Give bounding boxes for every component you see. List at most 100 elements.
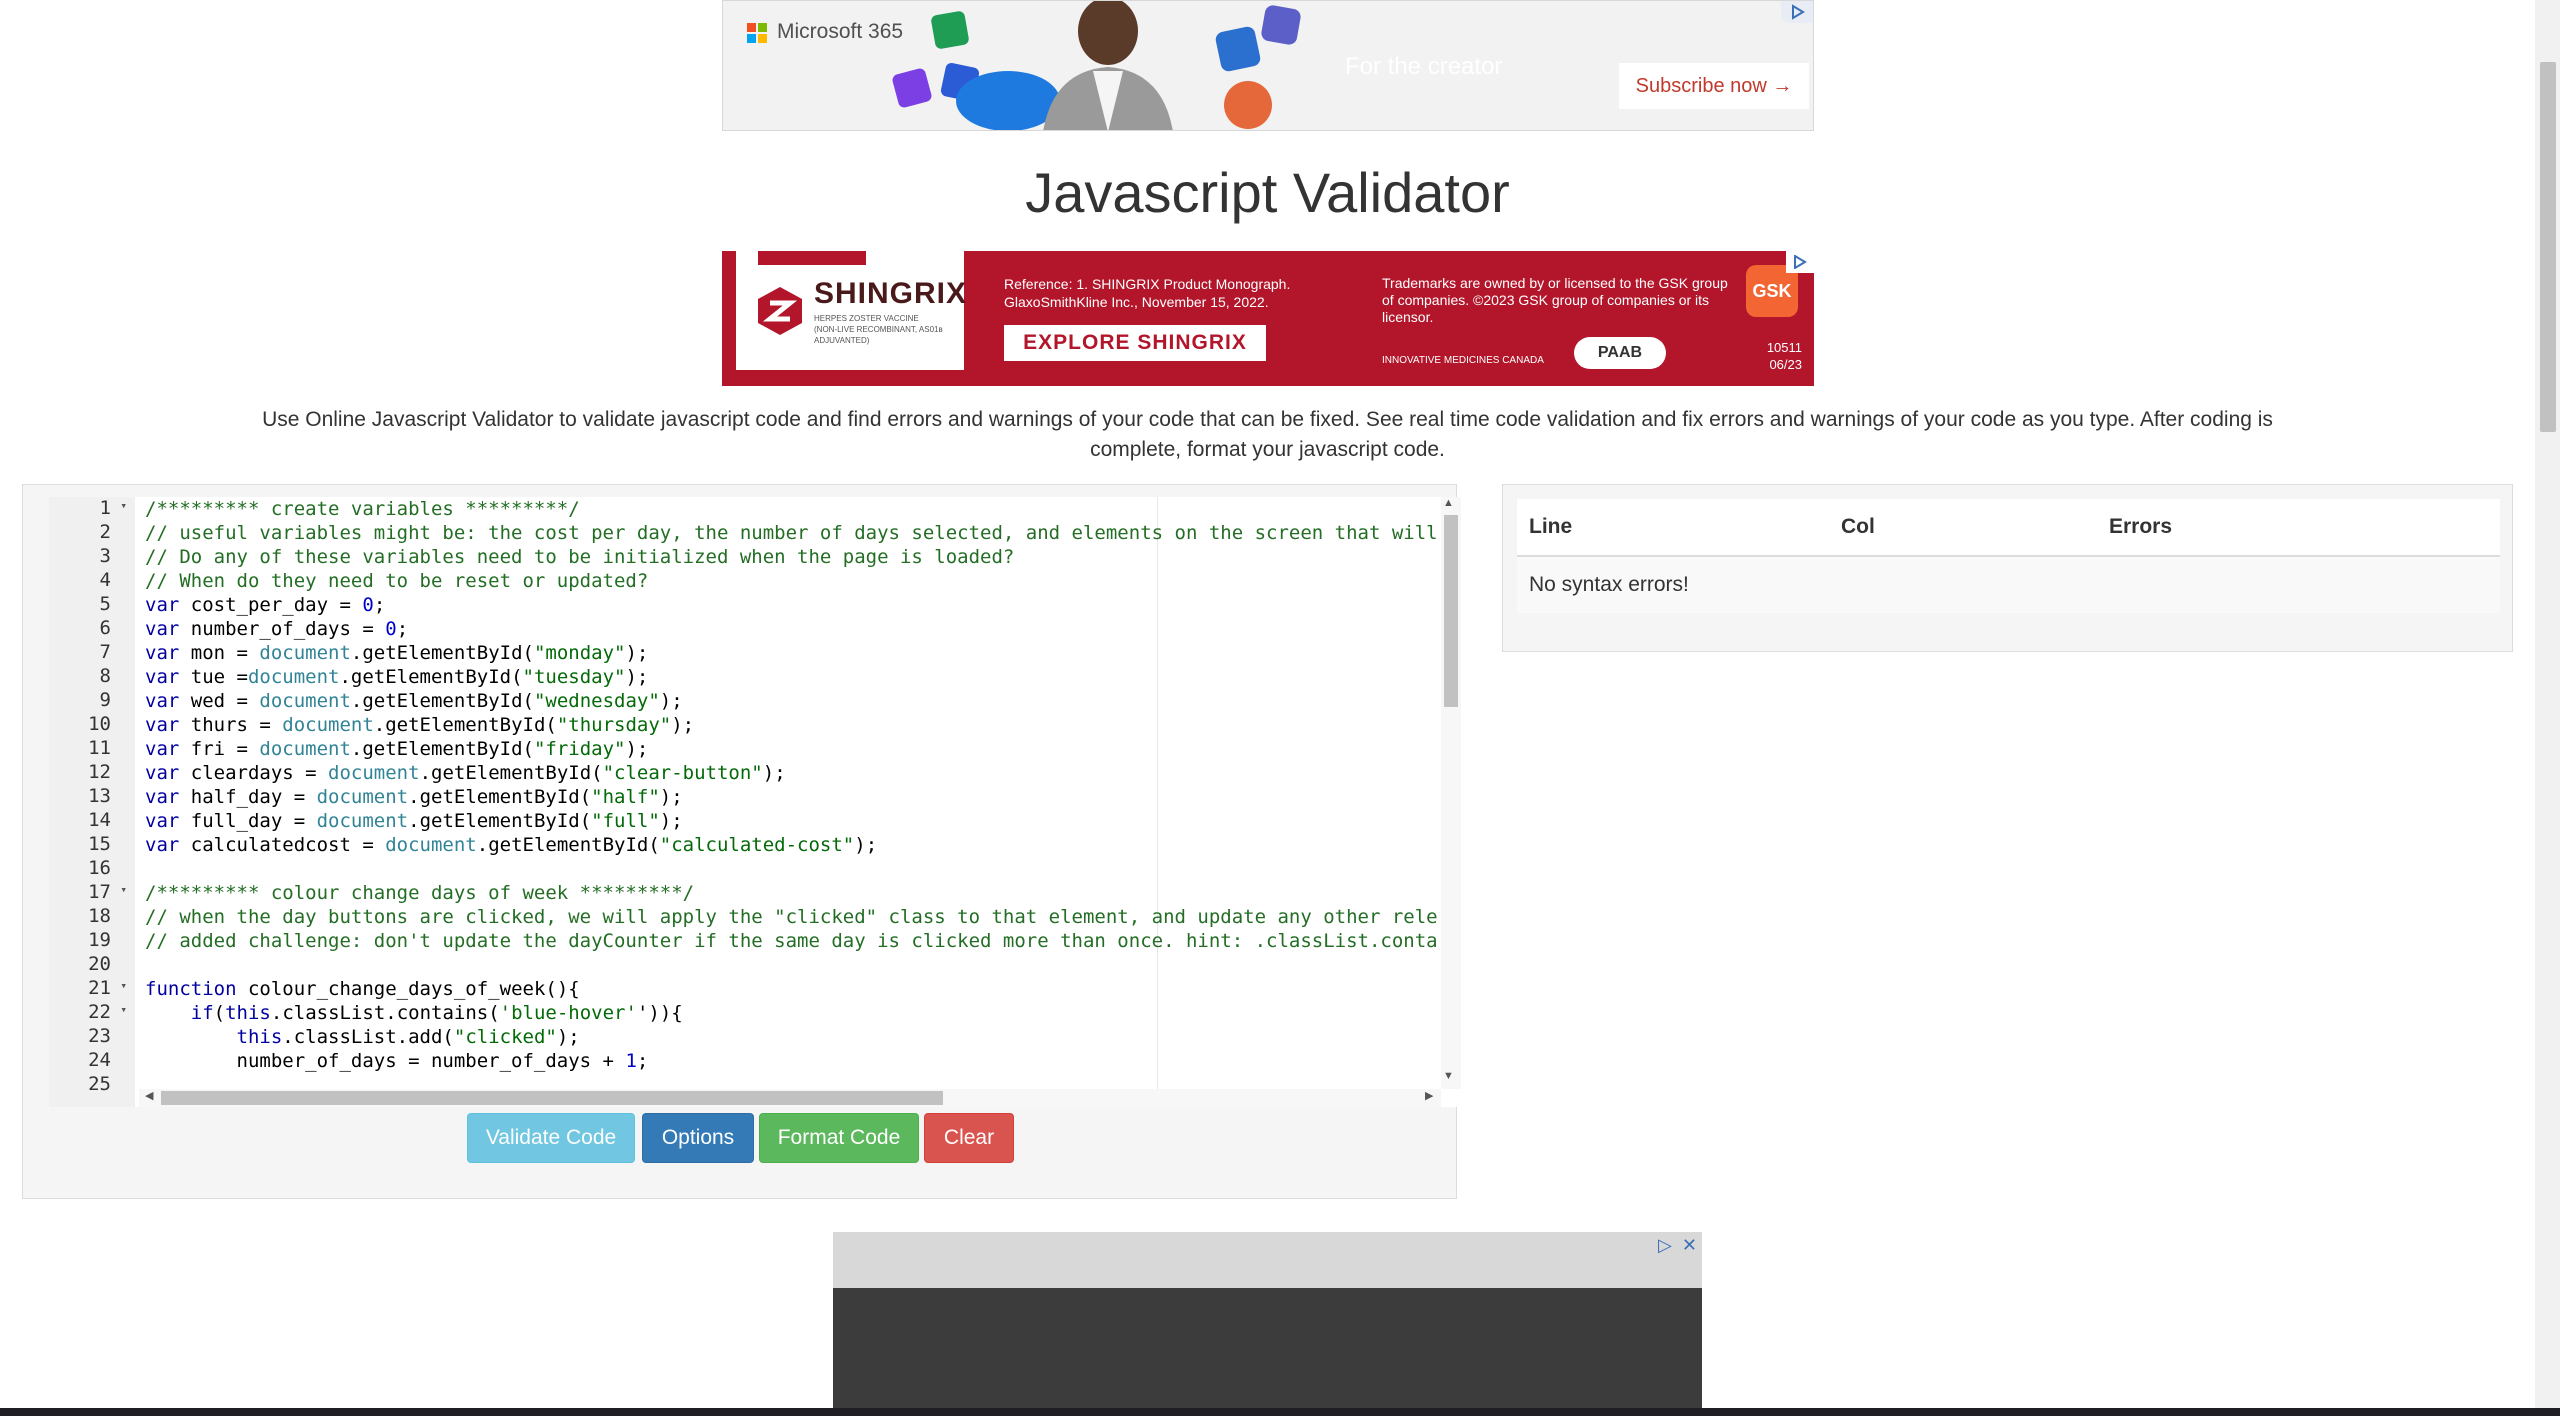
line-number: 15 [49, 833, 135, 857]
code-token: var [145, 810, 180, 832]
ad-banner-top[interactable]: Microsoft 365 For the creator Subscribe … [722, 0, 1814, 131]
line-number-label: 10 [88, 713, 111, 735]
page-scrollbar[interactable] [2535, 0, 2560, 1416]
code-line[interactable]: this.classList.add("clicked"); [145, 1025, 580, 1049]
code-line[interactable]: var number_of_days = 0; [145, 617, 408, 641]
code-line[interactable]: // when the day buttons are clicked, we … [145, 905, 1438, 929]
clear-button[interactable]: Clear [924, 1113, 1014, 1163]
close-icon[interactable]: ✕ [1682, 1235, 1697, 1256]
code-token: document [247, 666, 340, 688]
ad-bottom-header [833, 1232, 1702, 1288]
fold-arrow-icon[interactable]: ▾ [120, 1003, 127, 1016]
scroll-down-arrow-icon[interactable]: ▼ [1443, 1070, 1454, 1082]
code-token: "clicked" [453, 1026, 557, 1048]
code-token: "thursday" [556, 714, 672, 736]
code-line[interactable]: // Do any of these variables need to be … [145, 545, 1014, 569]
code-line[interactable]: // When do they need to be reset or upda… [145, 569, 648, 593]
ad-banner-bottom[interactable]: ▷ ✕ [833, 1232, 1702, 1416]
code-line[interactable]: var calculatedcost = document.getElement… [145, 833, 877, 857]
code-line[interactable]: /********* colour change days of week **… [145, 881, 694, 905]
line-number: 18 [49, 905, 135, 929]
adchoices-icon[interactable]: ▷ [1658, 1235, 1672, 1256]
code-token: 'blue-hover' [499, 1002, 637, 1024]
line-number-label: 18 [88, 905, 111, 927]
column-header-col: Col [1841, 515, 1875, 538]
code-token: ); [659, 690, 683, 712]
code-editor[interactable]: 1 ▾ 2 3 4 5 6 7 8 9 10 11 12 13 14 15 16 17 ▾ 18 19 20 21 ▾ 22 ▾ 2… [49, 497, 1464, 1107]
subscribe-now-button[interactable]: Subscribe now → [1619, 63, 1809, 109]
line-number: 13 [49, 785, 135, 809]
line-number: 21 ▾ [49, 977, 135, 1001]
code-token: var [145, 714, 180, 736]
code-line[interactable]: var half_day = document.getElementById("… [145, 785, 683, 809]
code-line[interactable]: number_of_days = number_of_days + 1; [145, 1049, 649, 1073]
ad-banner-shingrix[interactable]: SHINGRIX HERPES ZOSTER VACCINE (NON-LIVE… [722, 251, 1814, 386]
code-token: document [316, 786, 409, 808]
code-token: .getElementById( [350, 690, 534, 712]
line-number-label: 12 [88, 761, 111, 783]
code-token: this [225, 1002, 271, 1024]
fold-arrow-icon[interactable]: ▾ [120, 499, 127, 512]
vertical-scroll-thumb[interactable] [1444, 515, 1458, 707]
code-line[interactable]: var fri = document.getElementById("frida… [145, 737, 648, 761]
code-token: 0 [385, 618, 397, 640]
fold-arrow-icon[interactable]: ▾ [120, 883, 127, 896]
editor-horizontal-scrollbar[interactable]: ◀ ▶ [139, 1089, 1441, 1107]
code-token: .getElementById( [350, 642, 534, 664]
line-number: 9 [49, 689, 135, 713]
line-number: 7 [49, 641, 135, 665]
ad-tagline: For the creator [1345, 53, 1503, 80]
code-token: var [145, 594, 180, 616]
code-line[interactable]: var cost_per_day = 0; [145, 593, 385, 617]
scroll-up-arrow-icon[interactable]: ▲ [1443, 497, 1454, 509]
imc-label: INNOVATIVE MEDICINES CANADA [1382, 355, 1544, 366]
adchoices-icon[interactable] [1786, 251, 1814, 273]
line-number-label: 20 [88, 953, 111, 975]
code-token: this [236, 1026, 283, 1048]
line-number-label: 25 [88, 1073, 111, 1095]
scroll-right-arrow-icon[interactable]: ▶ [1425, 1089, 1433, 1102]
code-token: ); [556, 1026, 580, 1048]
code-text-area[interactable]: /********* create variables *********///… [139, 497, 1441, 1089]
code-line[interactable]: function colour_change_days_of_week(){ [145, 977, 580, 1001]
format-code-button[interactable]: Format Code [759, 1113, 919, 1163]
code-line[interactable]: // useful variables might be: the cost p… [145, 521, 1438, 545]
scroll-left-arrow-icon[interactable]: ◀ [145, 1089, 153, 1102]
code-line[interactable]: // added challenge: don't update the day… [145, 929, 1438, 953]
code-line[interactable]: var tue =document.getElementById("tuesda… [145, 665, 648, 689]
code-line[interactable]: var thurs = document.getElementById("thu… [145, 713, 694, 737]
code-line[interactable]: var full_day = document.getElementById("… [145, 809, 683, 833]
line-number: 23 [49, 1025, 135, 1049]
code-token: ); [762, 762, 786, 784]
ad-code: 10511 06/23 [1752, 339, 1802, 373]
fold-arrow-icon[interactable]: ▾ [120, 979, 127, 992]
explore-shingrix-button[interactable]: EXPLORE SHINGRIX [1004, 325, 1266, 361]
editor-vertical-scrollbar[interactable]: ▲ ▼ [1441, 497, 1461, 1089]
code-token: var [145, 786, 180, 808]
code-line[interactable]: var cleardays = document.getElementById(… [145, 761, 786, 785]
code-line[interactable]: /********* create variables *********/ [145, 497, 580, 521]
code-token: // When do they need to be reset or upda… [145, 570, 649, 592]
adchoices-icon[interactable] [1781, 1, 1813, 23]
code-line[interactable]: var wed = document.getElementById("wedne… [145, 689, 683, 713]
line-number-label: 23 [88, 1025, 111, 1047]
code-token: document [328, 762, 420, 784]
line-number: 17 ▾ [49, 881, 135, 905]
code-token: .classList.contains( [270, 1002, 500, 1024]
ad-controls[interactable]: ▷ ✕ [1653, 1232, 1702, 1258]
options-button[interactable]: Options [642, 1113, 754, 1163]
line-number: 14 [49, 809, 135, 833]
code-token: "tuesday" [522, 666, 626, 688]
code-token: "clear-button" [602, 762, 763, 784]
line-number-label: 16 [88, 857, 111, 879]
page-scroll-thumb[interactable] [2540, 62, 2556, 432]
line-number-label: 1 [99, 497, 111, 519]
paab-badge: PAAB [1574, 337, 1666, 369]
validate-code-button[interactable]: Validate Code [467, 1113, 635, 1163]
code-token: number_of_days = number_of_days + [145, 1050, 626, 1072]
shingrix-brand: SHINGRIX [814, 277, 968, 310]
horizontal-scroll-thumb[interactable] [161, 1091, 943, 1105]
code-line[interactable]: if(this.classList.contains('blue-hover''… [145, 1001, 683, 1025]
code-line[interactable]: var mon = document.getElementById("monda… [145, 641, 648, 665]
